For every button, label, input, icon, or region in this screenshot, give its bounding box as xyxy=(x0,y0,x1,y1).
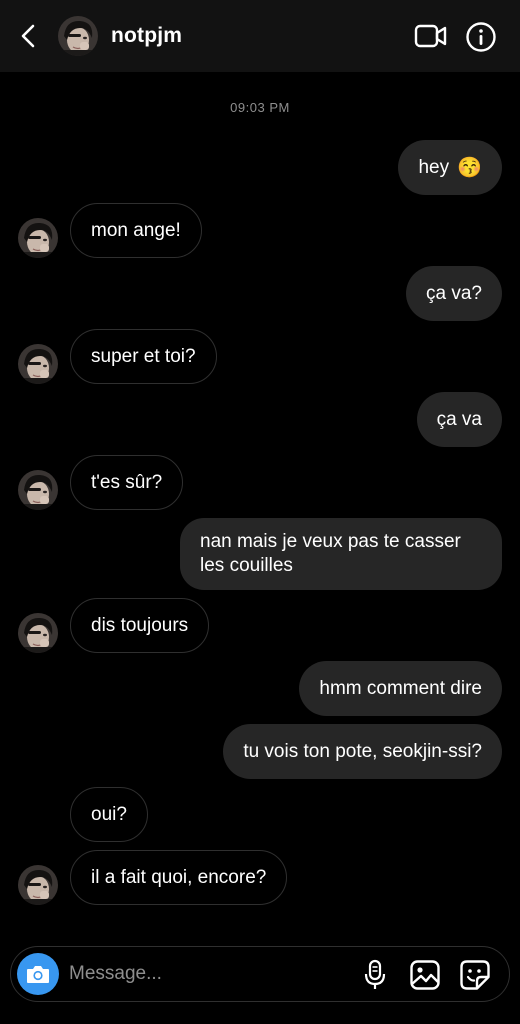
camera-button[interactable] xyxy=(17,953,59,995)
video-call-button[interactable] xyxy=(414,22,448,50)
message-bubble-received[interactable]: dis toujours xyxy=(70,598,210,653)
message-composer xyxy=(10,946,510,1002)
message-bubble-sent[interactable]: nan mais je veux pas te casser les couil… xyxy=(180,518,502,590)
message-bubble-received[interactable]: oui? xyxy=(70,787,148,842)
message-text: nan mais je veux pas te casser les couil… xyxy=(200,531,461,576)
voice-message-button[interactable] xyxy=(361,959,389,991)
camera-icon xyxy=(27,966,49,983)
message-text: super et toi? xyxy=(91,345,196,367)
gallery-button[interactable] xyxy=(409,959,441,991)
avatar[interactable] xyxy=(18,613,58,653)
message-bubble-sent[interactable]: ça va xyxy=(416,392,502,447)
message-text: mon ange! xyxy=(91,219,181,241)
message-bubble-received[interactable]: t'es sûr? xyxy=(70,455,184,510)
message-text: t'es sûr? xyxy=(91,471,163,493)
message-bubble-sent[interactable]: ça va? xyxy=(406,266,502,321)
message-bubble-received[interactable]: il a fait quoi, encore? xyxy=(70,850,288,905)
message-bubble-received[interactable]: mon ange! xyxy=(70,203,202,258)
message-text: hmm comment dire xyxy=(319,677,482,699)
chat-username[interactable]: notpjm xyxy=(111,24,182,48)
avatar[interactable] xyxy=(18,218,58,258)
back-button[interactable] xyxy=(16,22,42,50)
message-text: il a fait quoi, encore? xyxy=(91,866,267,888)
kissing-emoji: 😚 xyxy=(457,156,482,179)
message-input[interactable] xyxy=(69,957,349,991)
info-button[interactable] xyxy=(465,21,497,53)
info-icon xyxy=(466,22,496,52)
avatar[interactable] xyxy=(18,344,58,384)
message-bubble-sent[interactable]: hmm comment dire xyxy=(299,661,502,716)
message-bubble-received[interactable]: super et toi? xyxy=(70,329,217,384)
avatar[interactable] xyxy=(18,865,58,905)
video-camera-icon xyxy=(414,24,447,48)
message-text: tu vois ton pote, seokjin-ssi? xyxy=(243,740,482,762)
message-text: hey xyxy=(418,156,450,178)
avatar[interactable] xyxy=(18,470,58,510)
message-text: oui? xyxy=(91,803,127,825)
message-bubble-sent[interactable]: tu vois ton pote, seokjin-ssi? xyxy=(223,724,502,779)
chat-header: notpjm xyxy=(0,0,520,72)
message-bubble-sent[interactable]: hey 😚 xyxy=(398,140,502,195)
sticker-icon xyxy=(460,960,490,990)
avatar[interactable] xyxy=(58,16,98,56)
message-text: ça va? xyxy=(426,282,482,304)
chevron-left-icon xyxy=(21,24,35,48)
message-timestamp: 09:03 PM xyxy=(230,100,290,115)
microphone-icon xyxy=(364,959,386,989)
gallery-icon xyxy=(410,960,440,990)
message-text: ça va xyxy=(436,408,482,430)
sticker-button[interactable] xyxy=(459,959,491,991)
message-text: dis toujours xyxy=(91,614,189,636)
